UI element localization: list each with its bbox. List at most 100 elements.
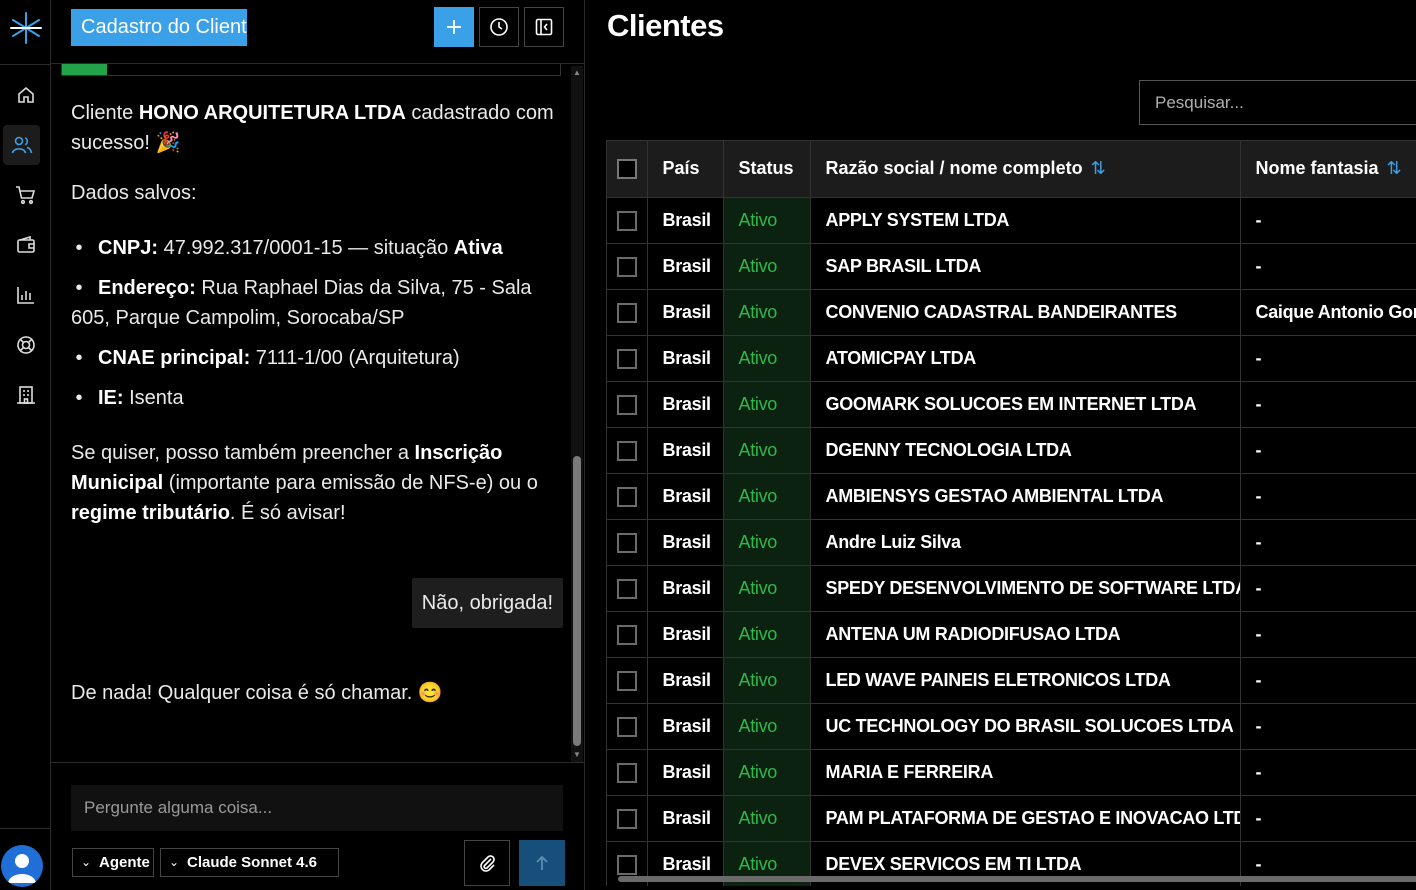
nav-reports[interactable] (0, 275, 51, 315)
table-row[interactable]: Brasil Ativo ATOMICPAY LTDA - (607, 335, 1416, 382)
cell-country: Brasil (647, 519, 724, 566)
column-header-trade-name[interactable]: Nome fantasia ⇅ (1240, 141, 1416, 198)
nav-support[interactable] (0, 325, 51, 365)
row-checkbox[interactable] (617, 256, 637, 277)
table-row[interactable]: Brasil Ativo UC TECHNOLOGY DO BRASIL SOLUC… (607, 703, 1416, 750)
search-input[interactable] (1139, 80, 1416, 125)
users-icon (11, 136, 32, 154)
model-label: Claude Sonnet 4.6 (187, 854, 318, 871)
send-button[interactable] (519, 840, 565, 886)
cell-country: Brasil (647, 243, 724, 290)
table-row[interactable]: Brasil Ativo Andre Luiz Silva - (607, 519, 1416, 566)
history-icon (490, 18, 508, 36)
cell-trade-name: - (1240, 565, 1416, 612)
cell-country: Brasil (647, 381, 724, 428)
paperclip-icon (480, 855, 495, 872)
new-chat-button[interactable] (434, 7, 474, 47)
table-row[interactable]: Brasil Ativo LED WAVE PAINEIS ELETRONICOS … (607, 657, 1416, 704)
row-checkbox[interactable] (617, 854, 637, 875)
cell-company-name[interactable]: CONVENIO CADASTRAL BANDEIRANTES (810, 289, 1241, 336)
cell-company-name[interactable]: ANTENA UM RADIODIFUSAO LTDA (810, 611, 1241, 658)
row-select-cell (607, 289, 648, 336)
collapse-panel-button[interactable] (524, 7, 564, 47)
cell-company-name[interactable]: Andre Luiz Silva (810, 519, 1241, 566)
attach-file-button[interactable] (464, 840, 510, 886)
cell-country: Brasil (647, 335, 724, 382)
chat-title[interactable]: Cadastro do Client (71, 9, 247, 46)
cell-company-name[interactable]: LED WAVE PAINEIS ELETRONICOS LTDA (810, 657, 1241, 704)
cell-company-name[interactable]: GOOMARK SOLUCOES EM INTERNET LTDA (810, 381, 1241, 428)
nav-company[interactable] (0, 375, 51, 415)
cell-status: Ativo (723, 381, 811, 428)
sort-icon[interactable]: ⇅ (1387, 158, 1402, 178)
table-scrollbar-thumb[interactable] (618, 876, 1416, 882)
scroll-up-arrow-icon[interactable]: ▲ (573, 69, 581, 77)
nav-sales[interactable] (0, 175, 51, 215)
chat-scrollbar-thumb[interactable] (573, 456, 581, 746)
row-select-cell (607, 795, 648, 842)
cell-trade-name: - (1240, 427, 1416, 474)
cart-icon (15, 186, 35, 205)
cell-company-name[interactable]: UC TECHNOLOGY DO BRASIL SOLUCOES LTDA (810, 703, 1241, 750)
row-checkbox[interactable] (617, 394, 637, 415)
row-checkbox[interactable] (617, 532, 637, 553)
cell-trade-name: - (1240, 795, 1416, 842)
table-horizontal-scrollbar[interactable] (606, 874, 1416, 884)
nav-home[interactable] (0, 75, 51, 115)
row-select-cell (607, 519, 648, 566)
home-icon (17, 86, 34, 103)
column-header-status[interactable]: Status (723, 141, 811, 198)
cell-company-name[interactable]: PAM PLATAFORMA DE GESTAO E INOVACAO LTDA (810, 795, 1241, 842)
cell-country: Brasil (647, 611, 724, 658)
app-logo-icon[interactable] (0, 0, 51, 56)
select-all-checkbox[interactable] (617, 159, 637, 180)
agent-mode-select[interactable]: ⌄ Agente (72, 848, 154, 877)
scroll-down-arrow-icon[interactable]: ▼ (573, 751, 581, 759)
sort-icon[interactable]: ⇅ (1091, 158, 1106, 178)
table-row[interactable]: Brasil Ativo ANTENA UM RADIODIFUSAO LTDA - (607, 611, 1416, 658)
row-checkbox[interactable] (617, 486, 637, 507)
row-checkbox[interactable] (617, 716, 637, 737)
table-row[interactable]: Brasil Ativo SPEDY DESENVOLVIMENTO DE SOFT… (607, 565, 1416, 612)
table-row[interactable]: Brasil Ativo PAM PLATAFORMA DE GESTAO E IN… (607, 795, 1416, 842)
cell-status: Ativo (723, 473, 811, 520)
chat-input[interactable] (71, 785, 563, 831)
cell-trade-name: - (1240, 197, 1416, 244)
table-row[interactable]: Brasil Ativo APPLY SYSTEM LTDA - (607, 197, 1416, 244)
row-checkbox[interactable] (617, 624, 637, 645)
row-checkbox[interactable] (617, 808, 637, 829)
table-row[interactable]: Brasil Ativo CONVENIO CADASTRAL BANDEIRANT… (607, 289, 1416, 336)
cell-company-name[interactable]: DGENNY TECNOLOGIA LTDA (810, 427, 1241, 474)
nav-finance[interactable] (0, 225, 51, 265)
row-checkbox[interactable] (617, 302, 637, 323)
cell-company-name[interactable]: AMBIENSYS GESTAO AMBIENTAL LTDA (810, 473, 1241, 520)
cell-company-name[interactable]: APPLY SYSTEM LTDA (810, 197, 1241, 244)
nav-clients[interactable] (3, 125, 40, 165)
assistant-message-final: De nada! Qualquer coisa é só chamar. 😊 (71, 682, 443, 704)
column-header-country[interactable]: País (647, 141, 724, 198)
table-row[interactable]: Brasil Ativo GOOMARK SOLUCOES EM INTERNET … (607, 381, 1416, 428)
chat-history-button[interactable] (479, 7, 519, 47)
row-checkbox[interactable] (617, 670, 637, 691)
cell-company-name[interactable]: ATOMICPAY LTDA (810, 335, 1241, 382)
cell-trade-name: - (1240, 519, 1416, 566)
table-row[interactable]: Brasil Ativo SAP BRASIL LTDA - (607, 243, 1416, 290)
table-row[interactable]: Brasil Ativo MARIA E FERREIRA - (607, 749, 1416, 796)
row-checkbox[interactable] (617, 210, 637, 231)
row-checkbox[interactable] (617, 348, 637, 369)
list-item: • CNPJ: 47.992.317/0001-15 — situação Ati… (75, 237, 503, 259)
user-avatar[interactable] (1, 845, 43, 887)
column-header-company-name[interactable]: Razão social / nome completo ⇅ (810, 141, 1241, 198)
row-checkbox[interactable] (617, 578, 637, 599)
row-select-cell (607, 657, 648, 704)
model-select[interactable]: ⌄ Claude Sonnet 4.6 (160, 848, 339, 877)
cell-company-name[interactable]: MARIA E FERREIRA (810, 749, 1241, 796)
table-row[interactable]: Brasil Ativo AMBIENSYS GESTAO AMBIENTAL LT… (607, 473, 1416, 520)
row-checkbox[interactable] (617, 440, 637, 461)
cell-company-name[interactable]: SAP BRASIL LTDA (810, 243, 1241, 290)
table-row[interactable]: Brasil Ativo DGENNY TECNOLOGIA LTDA - (607, 427, 1416, 474)
row-checkbox[interactable] (617, 762, 637, 783)
chat-scrollbar[interactable]: ▲ ▼ (571, 66, 583, 762)
cell-company-name[interactable]: SPEDY DESENVOLVIMENTO DE SOFTWARE LTDA (810, 565, 1241, 612)
assistant-chat-panel: Cadastro do Client Cliente HONO ARQUITET… (51, 0, 585, 890)
